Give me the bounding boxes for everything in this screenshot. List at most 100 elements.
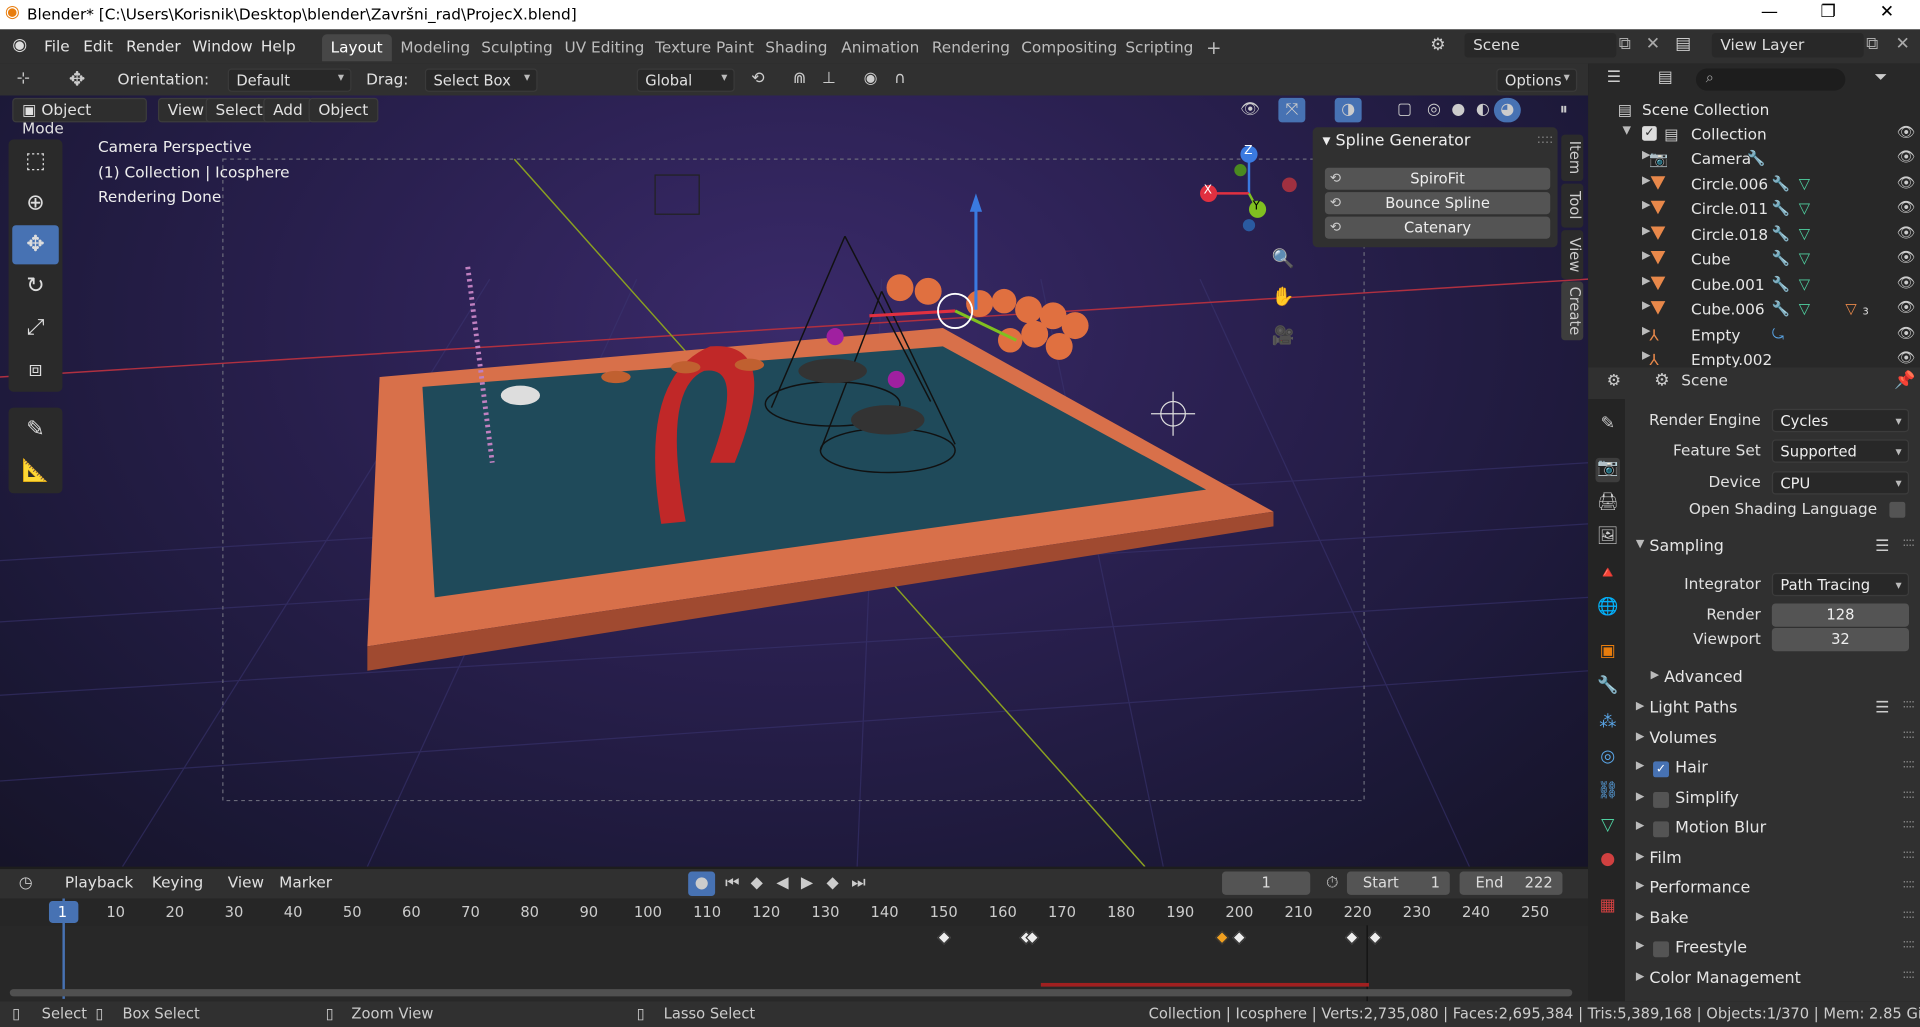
- modifiers-tab-icon[interactable]: 🔧: [1596, 676, 1620, 700]
- timeline-body[interactable]: [0, 898, 1589, 1002]
- wireframe-shading-icon[interactable]: ◎: [1420, 98, 1447, 122]
- eye-icon[interactable]: 👁: [1897, 148, 1916, 165]
- feature-set-dropdown[interactable]: Supported ▾: [1771, 439, 1909, 463]
- measure-tool[interactable]: 📐: [12, 452, 59, 491]
- timeline-ruler[interactable]: 1 10 20 30 40 50 60 70 80 90 100 110 120 130 140 150 160…: [0, 898, 1589, 926]
- menu-edit[interactable]: Edit: [83, 37, 113, 55]
- select-box-tool[interactable]: ⬚: [12, 142, 59, 181]
- new-view-layer-icon[interactable]: ⧉: [1866, 34, 1878, 54]
- device-dropdown[interactable]: CPU ▾: [1771, 471, 1909, 495]
- render-engine-dropdown[interactable]: Cycles ▾: [1771, 408, 1909, 433]
- next-keyframe-icon[interactable]: ◆: [819, 872, 846, 896]
- advanced-subpanel[interactable]: ▶ Advanced: [1647, 666, 1920, 693]
- transform-orientation-dropdown[interactable]: Global ▾: [636, 68, 735, 92]
- section-enable-checkbox[interactable]: ✓: [1653, 761, 1669, 778]
- timeline-editor-type-icon[interactable]: ◷: [12, 872, 39, 896]
- world-tab-icon[interactable]: 🌐: [1596, 597, 1620, 621]
- menu-file[interactable]: File: [44, 37, 70, 55]
- osl-checkbox[interactable]: [1889, 501, 1906, 518]
- pan-hand-icon[interactable]: ✋: [1271, 285, 1295, 309]
- section-enable-checkbox[interactable]: [1653, 941, 1669, 958]
- bounce-spline-button[interactable]: ⟲ Bounce Spline: [1324, 192, 1551, 215]
- presets-icon[interactable]: ☰: [1875, 537, 1889, 555]
- keyframe-diamond[interactable]: [1214, 930, 1229, 945]
- property-section-header[interactable]: ▶ Bake::::: [1632, 906, 1916, 933]
- pause-render-icon[interactable]: ⏸: [1550, 98, 1577, 122]
- drag-handle-icon[interactable]: ::::: [1537, 133, 1554, 146]
- editor-type-icon[interactable]: ⊹: [10, 67, 37, 91]
- overlay-toggle-icon[interactable]: ◑: [1334, 97, 1362, 123]
- output-tab-icon[interactable]: 🖨: [1596, 492, 1620, 516]
- viewport-menu-add[interactable]: Add: [263, 97, 313, 123]
- outliner-search-input[interactable]: ⌕: [1695, 68, 1846, 91]
- proportional-editing-icon[interactable]: ◉: [857, 67, 884, 91]
- camera-view-icon[interactable]: 🎥: [1271, 324, 1295, 348]
- cursor-tool[interactable]: ⊕: [12, 184, 59, 223]
- viewport-samples-field[interactable]: 32: [1771, 627, 1909, 652]
- start-frame-field[interactable]: Start 1: [1346, 871, 1450, 895]
- drag-handle-icon[interactable]: ::::: [1902, 758, 1915, 771]
- end-frame-field[interactable]: End 222: [1459, 871, 1563, 895]
- tab-layout[interactable]: Layout: [322, 34, 392, 62]
- maximize-button[interactable]: ❐: [1800, 2, 1856, 22]
- scene-tab-icon[interactable]: 🔺: [1596, 563, 1620, 587]
- sidebar-tab-item[interactable]: Item: [1561, 134, 1584, 182]
- tab-sculpting[interactable]: Sculpting: [473, 34, 562, 61]
- drag-handle-icon[interactable]: ::::: [1902, 938, 1915, 951]
- timeline-menu-keying[interactable]: Keying: [143, 872, 212, 896]
- render-samples-field[interactable]: 128: [1771, 603, 1909, 627]
- transform-pivot-icon[interactable]: ✥: [64, 67, 91, 91]
- material-shading-icon[interactable]: ◐: [1469, 98, 1496, 122]
- new-scene-icon[interactable]: ⧉: [1619, 34, 1631, 54]
- outliner-item[interactable]: ▶ ⅄ Empty ⤿ 👁: [1588, 323, 1920, 347]
- eye-icon[interactable]: 👁: [1897, 198, 1916, 215]
- drag-handle-icon[interactable]: ::::: [1902, 968, 1915, 981]
- property-section-header[interactable]: ▶ Light Paths ☰::::: [1632, 697, 1916, 724]
- outliner-editor-type-icon[interactable]: ☰: [1600, 66, 1627, 90]
- tool-tab-icon[interactable]: ✎: [1596, 414, 1620, 438]
- expand-arrow-icon[interactable]: ▼: [1622, 125, 1630, 137]
- outliner-item[interactable]: ▶ Circle.011 🔧 ▽ 👁: [1588, 197, 1920, 221]
- object-tab-icon[interactable]: ▣: [1596, 641, 1620, 665]
- outliner-item[interactable]: ▶ Circle.018 🔧 ▽ 👁: [1588, 222, 1920, 246]
- keyframe-diamond[interactable]: [936, 930, 951, 945]
- orientation-dropdown[interactable]: Default ▾: [227, 68, 352, 92]
- expand-arrow-icon[interactable]: ▶: [1642, 174, 1650, 186]
- rotate-tool[interactable]: ↻: [12, 267, 59, 306]
- properties-editor-type-icon[interactable]: ⚙: [1600, 370, 1627, 394]
- tab-compositing[interactable]: Compositing: [1013, 34, 1126, 61]
- keyframe-diamond[interactable]: [1344, 930, 1359, 945]
- spirofit-button[interactable]: ⟲ SpiroFit: [1324, 167, 1551, 190]
- spline-panel-header[interactable]: ▾ Spline Generator: [1322, 132, 1470, 150]
- rendered-shading-icon[interactable]: ◕: [1493, 97, 1521, 123]
- property-section-header[interactable]: ▶ Film::::: [1632, 846, 1916, 873]
- menu-window[interactable]: Window: [192, 37, 252, 55]
- texture-tab-icon[interactable]: ▦: [1596, 896, 1620, 920]
- render-tab-icon[interactable]: 📷: [1595, 457, 1621, 483]
- section-enable-checkbox[interactable]: [1653, 791, 1669, 808]
- timeline-menu-marker[interactable]: Marker: [271, 872, 341, 896]
- eye-icon[interactable]: 👁: [1897, 248, 1916, 265]
- visibility-icon[interactable]: 👁: [1237, 98, 1264, 122]
- expand-arrow-icon[interactable]: ▶: [1642, 300, 1650, 312]
- xray-icon[interactable]: ▢: [1391, 98, 1418, 122]
- navigation-gizmo[interactable]: Z X Y: [1194, 142, 1304, 240]
- collection-row[interactable]: ▼ ✓ ▤ Collection 👁: [1588, 122, 1920, 146]
- scale-tool[interactable]: ⤢: [12, 308, 59, 347]
- view-layer-icon[interactable]: ▤: [1675, 34, 1691, 54]
- outliner-item[interactable]: ▶ Circle.006 🔧 ▽ 👁: [1588, 172, 1920, 196]
- drag-dropdown[interactable]: Select Box ▾: [424, 68, 538, 92]
- pin-icon[interactable]: 📌: [1894, 371, 1915, 391]
- blender-menu-icon[interactable]: ◉: [12, 35, 27, 55]
- timeline-scrollbar[interactable]: [9, 989, 1573, 997]
- auto-keying-icon[interactable]: ●: [688, 871, 716, 897]
- constraints-tab-icon[interactable]: ⛓: [1596, 781, 1620, 805]
- outliner-item[interactable]: ▶ Cube.001 🔧 ▽ 👁: [1588, 272, 1920, 296]
- mode-selector[interactable]: ▣ Object Mode: [12, 97, 147, 137]
- options-dropdown[interactable]: Options ▾: [1496, 68, 1578, 92]
- close-button[interactable]: ✕: [1859, 2, 1915, 22]
- tab-rendering[interactable]: Rendering: [923, 34, 1018, 61]
- tab-uv-editing[interactable]: UV Editing: [556, 34, 653, 61]
- view-layer-tab-icon[interactable]: 🖼: [1596, 526, 1620, 550]
- play-icon[interactable]: ▶: [793, 872, 820, 896]
